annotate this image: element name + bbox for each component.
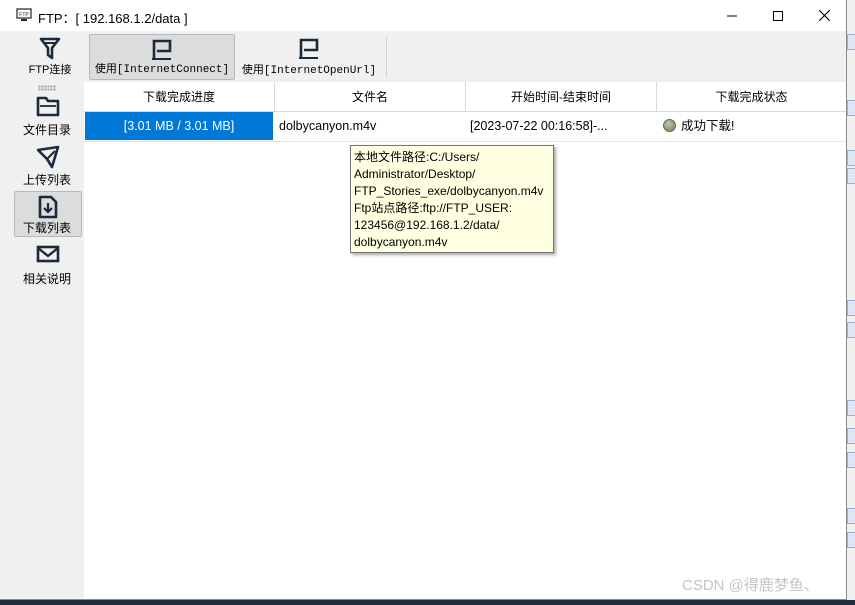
table-header: 下载完成进度 文件名 开始时间-结束时间 下载完成状态 [84, 82, 846, 112]
toolbar: FTP连接 使用[InternetConnect] 使用[InternetOpe… [0, 31, 846, 83]
toolbar-item-label: 使用[InternetOpenUrl] [241, 65, 377, 77]
tooltip-line: 本地文件路径:C:/Users/ [354, 150, 480, 164]
drag-grip[interactable] [38, 85, 56, 91]
status-indicator-icon [663, 119, 676, 132]
minimize-icon [727, 15, 737, 16]
sidebar-item-file-directory[interactable]: 文件目录 [14, 92, 82, 138]
maximize-icon [773, 10, 783, 21]
funnel-icon [39, 37, 61, 60]
column-header-progress[interactable]: 下载完成进度 [84, 82, 275, 111]
status-cell[interactable]: 成功下载! [657, 111, 846, 141]
tooltip-line: dolbycanyon.m4v [354, 235, 448, 249]
toolbar-separator [386, 37, 387, 77]
close-button[interactable] [801, 0, 846, 31]
file-path-tooltip: 本地文件路径:C:/Users/ Administrator/Desktop/ … [350, 145, 554, 253]
sidebar-item-related-notes[interactable]: 相关说明 [14, 241, 82, 287]
use-internetopenurl-button[interactable]: 使用[InternetOpenUrl] [238, 34, 380, 80]
desktop-taskbar-edge [0, 600, 855, 605]
sidebar-item-label: 文件目录 [22, 123, 71, 137]
maximize-button[interactable] [755, 0, 801, 31]
tooltip-line: 123456@192.168.1.2/data/ [354, 218, 500, 232]
tooltip-line: FTP_Stories_exe/dolbycanyon.m4v [354, 184, 544, 198]
filename-cell[interactable]: dolbycanyon.m4v [275, 111, 465, 141]
progress-cell[interactable]: [3.01 MB / 3.01 MB] [85, 112, 273, 140]
tooltip-line: Ftp站点路径:ftp://FTP_USER: [354, 201, 513, 215]
download-icon [38, 195, 58, 219]
toolbar-item-label: 使用[InternetConnect] [94, 64, 230, 76]
time-cell[interactable]: [2023-07-22 00:16:58]-... [466, 111, 656, 141]
sidebar-item-label: 下载列表 [22, 221, 71, 235]
flag-icon [299, 38, 319, 59]
status-text: 成功下载! [681, 119, 735, 133]
ftp-connect-button[interactable]: FTP连接 [14, 34, 86, 80]
flag-icon [152, 39, 172, 60]
use-internetconnect-button[interactable]: 使用[InternetConnect] [89, 34, 235, 80]
ftp-monitor-icon: FTP [16, 8, 32, 21]
folder-icon [36, 96, 60, 117]
sidebar-item-label: 上传列表 [22, 173, 71, 187]
toolbar-item-label: FTP连接 [28, 64, 72, 76]
column-header-status[interactable]: 下载完成状态 [657, 82, 846, 111]
sidebar-item-download-list[interactable]: 下载列表 [14, 191, 82, 237]
table-row[interactable]: [3.01 MB / 3.01 MB] dolbycanyon.m4v [202… [84, 111, 846, 142]
column-header-time[interactable]: 开始时间-结束时间 [466, 82, 657, 111]
svg-text:FTP: FTP [19, 12, 29, 18]
sidebar-item-label: 相关说明 [22, 272, 71, 286]
window-title: FTP：[ 192.168.1.2/data ] [38, 11, 188, 26]
sidebar: 文件目录 上传列表 下载列表 相关说明 [0, 82, 85, 599]
sidebar-item-upload-list[interactable]: 上传列表 [14, 142, 82, 188]
mail-icon [36, 245, 60, 263]
send-icon [36, 145, 60, 169]
app-window: FTP FTP：[ 192.168.1.2/data ] FTP连接 使用[In… [0, 0, 847, 600]
tooltip-line: Administrator/Desktop/ [354, 167, 476, 181]
column-header-filename[interactable]: 文件名 [275, 82, 466, 111]
minimize-button[interactable] [709, 0, 755, 31]
close-icon [818, 10, 830, 21]
watermark: CSDN @得鹿梦鱼、 [682, 577, 819, 594]
title-bar[interactable]: FTP FTP：[ 192.168.1.2/data ] [0, 0, 846, 31]
